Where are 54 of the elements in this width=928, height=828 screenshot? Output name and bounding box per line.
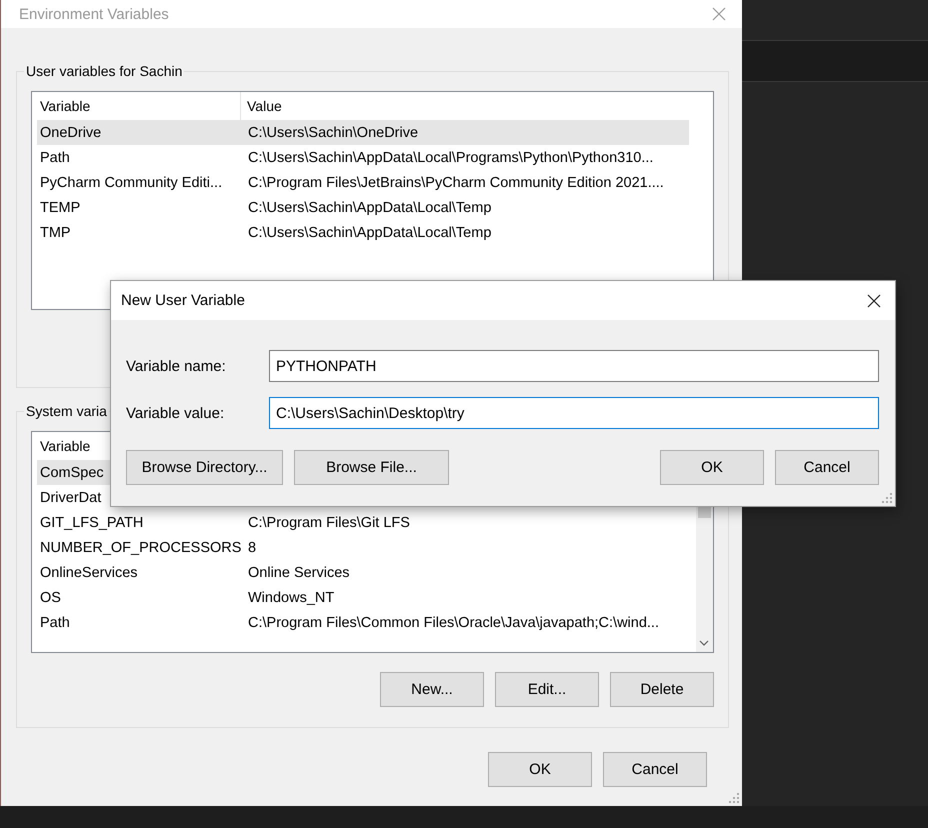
dialog-button[interactable]: Cancel <box>603 752 707 787</box>
list-action-button[interactable]: Delete <box>610 672 714 707</box>
variable-row[interactable]: TMP C:\Users\Sachin\AppData\Local\Temp <box>37 220 689 245</box>
resize-grip-icon[interactable] <box>882 493 892 503</box>
dialog-button[interactable]: Cancel <box>775 450 879 485</box>
value-cell-text: C:\Program Files\JetBrains\PyCharm Community Edition 2021.... <box>247 174 665 190</box>
dialog-button[interactable]: OK <box>488 752 592 787</box>
variable-cell-text: OS <box>39 590 61 606</box>
dialog-title: New User Variable <box>121 292 245 309</box>
variable-row[interactable]: TEMP C:\Users\Sachin\AppData\Local\Temp <box>37 195 689 220</box>
group-title: User variables for Sachin <box>25 63 184 79</box>
group-title: System varia <box>25 403 108 419</box>
variable-cell-text: NUMBER_OF_PROCESSORS <box>39 540 242 556</box>
text-field[interactable]: C:\Users\Sachin\Desktop\try <box>269 397 879 429</box>
value-cell-text: 8 <box>247 540 258 556</box>
column-header[interactable]: Value <box>241 92 689 120</box>
browse-button[interactable]: Browse File... <box>294 450 449 485</box>
variable-row[interactable]: NUMBER_OF_PROCESSORS 8 <box>37 535 689 560</box>
variable-cell-text: DriverDat <box>39 490 102 506</box>
variable-cell-text: OnlineServices <box>39 565 138 581</box>
list-action-button[interactable]: Edit... <box>495 672 599 707</box>
value-cell-text: Online Services <box>247 564 351 580</box>
variable-row[interactable]: OneDrive C:\Users\Sachin\OneDrive <box>37 120 689 145</box>
variable-cell-text: OneDrive <box>39 125 102 141</box>
variable-cell-text: Path <box>39 150 70 166</box>
variable-row[interactable]: OS Windows_NT <box>37 585 689 610</box>
value-cell-text: C:\Program Files\Common Files\Oracle\Java\javapath;C:\wind... <box>247 614 660 630</box>
value-cell-text: C:\Users\Sachin\OneDrive <box>247 124 420 140</box>
variable-row[interactable]: Path C:\Program Files\Common Files\Oracle\Java\javapath;C:\wind... <box>37 610 689 635</box>
variable-cell-text: PyCharm Community Editi... <box>39 175 222 191</box>
variable-cell-text: Path <box>39 615 70 631</box>
variable-row[interactable]: GIT_LFS_PATH C:\Program Files\Git LFS <box>37 510 689 535</box>
variable-cell-text: TMP <box>39 225 71 241</box>
variable-row[interactable]: Path C:\Users\Sachin\AppData\Local\Programs\Python\Python310... <box>37 145 689 170</box>
field-label: Variable value: <box>126 404 226 422</box>
variable-cell-text: GIT_LFS_PATH <box>39 515 144 531</box>
value-cell-text: C:\Users\Sachin\AppData\Local\Programs\Python\Python310... <box>247 150 654 166</box>
variable-cell-text: ComSpec <box>39 465 104 481</box>
value-cell-text: C:\Users\Sachin\AppData\Local\Temp <box>247 200 492 216</box>
value-cell-text: C:\Users\Sachin\AppData\Local\Temp <box>247 224 492 240</box>
chevron-down-icon[interactable] <box>699 640 709 646</box>
variable-cell-text: TEMP <box>39 200 80 216</box>
value-cell-text: Windows_NT <box>247 590 336 606</box>
browse-button[interactable]: Browse Directory... <box>126 450 283 485</box>
field-label: Variable name: <box>126 358 227 374</box>
list-action-button[interactable]: New... <box>380 672 484 707</box>
value-cell-text: C:\Program Files\Git LFS <box>247 514 411 530</box>
variable-row[interactable]: OnlineServices Online Services <box>37 560 689 585</box>
close-icon[interactable] <box>867 294 881 308</box>
resize-grip-icon[interactable] <box>729 793 739 803</box>
dialog-button[interactable]: OK <box>660 450 764 485</box>
text-field[interactable]: PYTHONPATH <box>269 350 879 382</box>
window-title: Environment Variables <box>19 6 169 22</box>
variable-row[interactable]: PyCharm Community Editi... C:\Program Files\JetBrains\PyCharm Community Edition 2021.... <box>37 170 689 195</box>
